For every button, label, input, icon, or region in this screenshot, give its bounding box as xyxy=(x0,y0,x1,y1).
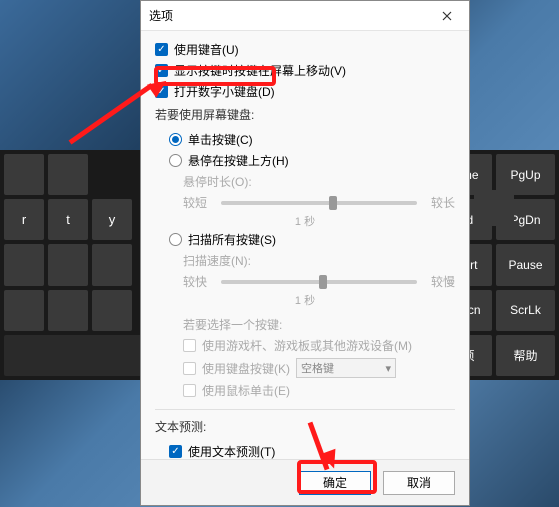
button-bar: 确定 取消 xyxy=(141,459,469,505)
key-scrlk[interactable]: ScrLk xyxy=(496,290,555,331)
label-hover-duration: 悬停时长(O): xyxy=(183,173,252,190)
titlebar: 选项 xyxy=(141,1,469,31)
select-value: 空格键 xyxy=(301,360,334,376)
label-prediction: 使用文本预测(T) xyxy=(188,443,275,459)
key[interactable] xyxy=(92,290,132,331)
checkbox-hover-move[interactable] xyxy=(155,64,168,77)
ok-label: 确定 xyxy=(323,474,347,491)
key[interactable] xyxy=(48,290,88,331)
label-kbkey: 使用键盘按键(K) xyxy=(202,360,290,377)
checkbox-joystick xyxy=(183,339,196,352)
scan-1sec: 1 秒 xyxy=(155,292,455,308)
section-use-osk: 若要使用屏幕键盘: xyxy=(155,106,455,123)
key-r[interactable]: r xyxy=(4,199,44,240)
label-sound: 使用键音(U) xyxy=(174,41,239,58)
label-fast: 较快 xyxy=(183,273,207,290)
cancel-button[interactable]: 取消 xyxy=(383,471,455,495)
label-radio-click: 单击按键(C) xyxy=(188,131,253,148)
key[interactable] xyxy=(92,244,132,285)
key-y[interactable]: y xyxy=(92,199,132,240)
key-del[interactable]: Del xyxy=(474,190,514,226)
key[interactable] xyxy=(4,244,44,285)
checkbox-prediction[interactable] xyxy=(169,445,182,458)
key[interactable] xyxy=(48,244,88,285)
close-button[interactable] xyxy=(433,5,461,27)
checkbox-sound[interactable] xyxy=(155,43,168,56)
checkbox-numpad[interactable] xyxy=(155,85,168,98)
radio-click[interactable] xyxy=(169,133,182,146)
key[interactable] xyxy=(4,290,44,331)
label-mouse: 使用鼠标单击(E) xyxy=(202,382,290,399)
key-t[interactable]: t xyxy=(48,199,88,240)
radio-hover[interactable] xyxy=(169,154,182,167)
options-dialog: 选项 使用键音(U) 显示按键时按键在屏幕上移动(V) 打开数字小键盘(D) 若… xyxy=(140,0,470,506)
section-text-prediction: 文本预测: xyxy=(155,418,455,435)
hover-duration-slider xyxy=(221,201,417,205)
label-joystick: 使用游戏杆、游戏板或其他游戏设备(M) xyxy=(202,337,412,354)
dialog-content: 使用键音(U) 显示按键时按键在屏幕上移动(V) 打开数字小键盘(D) 若要使用… xyxy=(141,31,469,459)
radio-scan[interactable] xyxy=(169,233,182,246)
select-scan-key: 空格键 ▾ xyxy=(296,358,396,378)
cancel-label: 取消 xyxy=(407,474,431,491)
hover-1sec: 1 秒 xyxy=(155,213,455,229)
label-radio-hover: 悬停在按键上方(H) xyxy=(188,152,289,169)
key[interactable] xyxy=(48,154,88,195)
key[interactable] xyxy=(4,154,44,195)
key-help[interactable]: 帮助 xyxy=(496,335,555,376)
label-short: 较短 xyxy=(183,194,207,211)
label-hover-move: 显示按键时按键在屏幕上移动(V) xyxy=(174,62,346,79)
label-slow: 较慢 xyxy=(431,273,455,290)
label-long: 较长 xyxy=(431,194,455,211)
checkbox-mouse xyxy=(183,384,196,397)
label-scan-speed: 扫描速度(N): xyxy=(183,252,251,269)
key-pause[interactable]: Pause xyxy=(496,244,555,285)
close-icon xyxy=(442,11,452,21)
chevron-down-icon: ▾ xyxy=(385,362,391,375)
scan-speed-slider xyxy=(221,280,417,284)
label-numpad: 打开数字小键盘(D) xyxy=(174,83,275,100)
label-radio-scan: 扫描所有按键(S) xyxy=(188,231,276,248)
ok-button[interactable]: 确定 xyxy=(299,471,371,495)
label-select-key: 若要选择一个按键: xyxy=(183,316,282,333)
checkbox-kbkey xyxy=(183,362,196,375)
dialog-title: 选项 xyxy=(149,7,173,24)
